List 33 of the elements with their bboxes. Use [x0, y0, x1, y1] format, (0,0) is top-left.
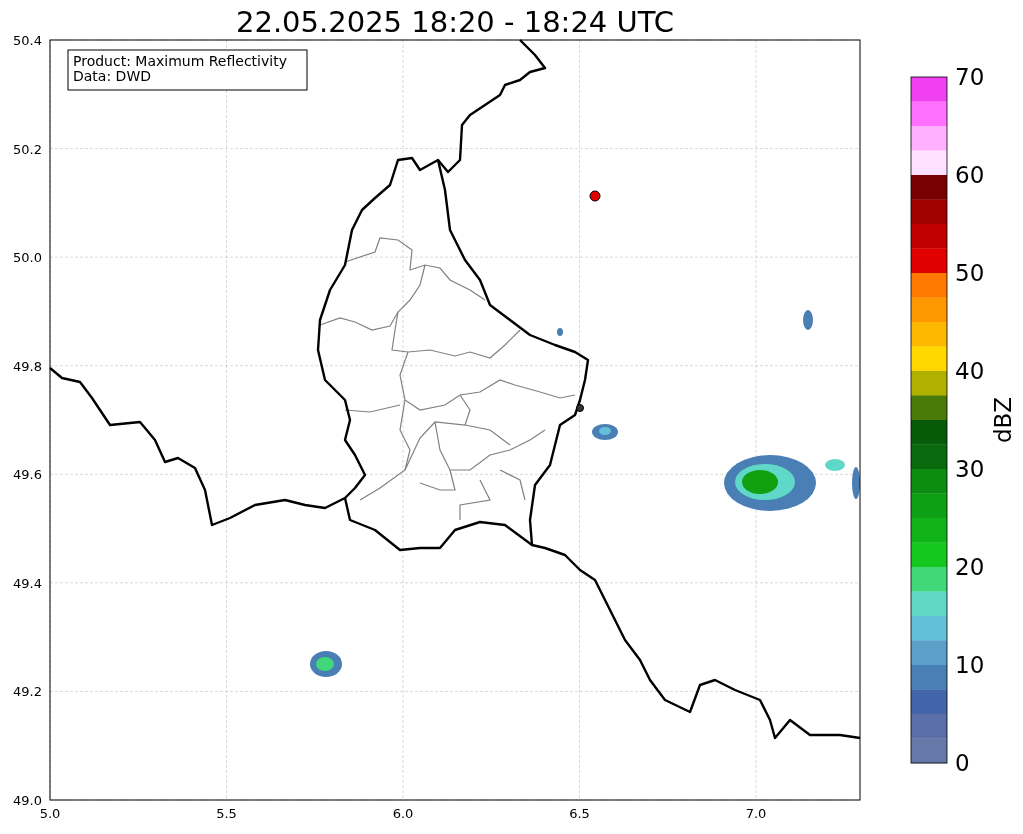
colorbar-tick-label: 10	[955, 652, 985, 678]
info-text: Product: Maximum Reflectivity	[73, 53, 287, 69]
colorbar-label: dBZ	[990, 396, 1016, 444]
radar-echo	[310, 651, 342, 677]
axis-tick-label: 6.5	[569, 806, 590, 821]
axis-tick-label: 49.8	[13, 358, 42, 374]
colorbar-tick-label: 0	[955, 750, 970, 776]
radar-echo	[592, 424, 618, 440]
axis-tick-label: 50.0	[13, 250, 42, 266]
axis-tick-label: 50.4	[13, 33, 42, 48]
radar-echo	[803, 310, 813, 330]
axis-tick-label: 49.2	[13, 684, 42, 700]
axis-tick-label: 50.2	[13, 141, 42, 157]
radar-echo	[852, 467, 860, 499]
axis-tick-label: 5.0	[39, 806, 61, 821]
location-marker	[589, 190, 601, 202]
axis-tick-label: 6.0	[392, 806, 414, 821]
radar-echo	[825, 459, 845, 471]
colorbar-tick-label: 70	[955, 64, 985, 90]
colorbar-tick-label: 40	[955, 358, 985, 384]
axis-tick-label: 7.0	[745, 806, 767, 821]
location-marker	[576, 404, 584, 412]
info-text: Data: DWD	[73, 68, 151, 84]
axis-tick-label: 49.4	[13, 575, 42, 591]
colorbar-tick-label: 20	[955, 554, 985, 580]
colorbar-tick-label: 30	[955, 456, 985, 482]
colorbar-tick-label: 50	[955, 260, 985, 286]
axis-tick-label: 49.0	[13, 793, 42, 808]
radar-echo	[557, 328, 563, 336]
axis-tick-label: 49.6	[13, 467, 42, 483]
chart-title: 22.05.2025 18:20 - 18:24 UTC	[236, 5, 674, 39]
colorbar-tick-label: 60	[955, 162, 985, 188]
axis-tick-label: 5.5	[216, 806, 237, 821]
